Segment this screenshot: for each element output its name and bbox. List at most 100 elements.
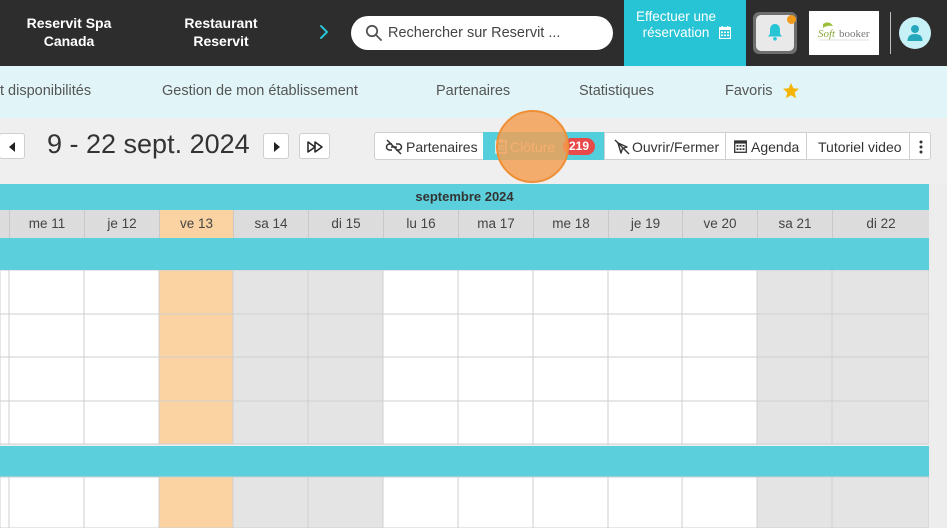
calendar-cell[interactable] xyxy=(831,400,929,445)
calendar-cell[interactable] xyxy=(681,356,758,402)
calendar-cell[interactable] xyxy=(532,356,609,402)
partners-toggle-button[interactable]: Partenaires xyxy=(374,132,484,160)
calendar-cell[interactable] xyxy=(831,270,929,315)
closure-count-badge: 219 xyxy=(563,138,595,155)
calendar-cell[interactable] xyxy=(607,476,683,528)
calendar-cell[interactable] xyxy=(83,313,160,358)
calendar-cell[interactable] xyxy=(83,400,160,445)
calendar-cell[interactable] xyxy=(457,476,534,528)
calendar-cell[interactable] xyxy=(307,270,384,315)
calendar-cell[interactable] xyxy=(457,400,534,445)
calendar-cell[interactable] xyxy=(0,400,10,445)
calendar-cell[interactable] xyxy=(532,400,609,445)
calendar-cell[interactable] xyxy=(158,476,234,528)
calendar-cell[interactable] xyxy=(8,476,85,528)
scrollbar-track[interactable] xyxy=(929,184,947,528)
calendar-cell[interactable] xyxy=(532,270,609,315)
calendar-cell[interactable] xyxy=(232,356,309,402)
calendar-cell[interactable] xyxy=(158,400,234,445)
date-range-title: 9 - 22 sept. 2024 xyxy=(47,129,250,159)
calendar-cell[interactable] xyxy=(681,270,758,315)
closure-button[interactable]: Clôture 219 xyxy=(483,132,605,160)
day-header: je 12 xyxy=(84,210,159,238)
video-tutorial-button[interactable]: Tutoriel video xyxy=(806,132,910,160)
previous-period-button[interactable] xyxy=(0,133,25,159)
open-close-button[interactable]: Ouvrir/Fermer xyxy=(604,132,726,160)
calendar-cell[interactable] xyxy=(681,313,758,358)
calendar-cell[interactable] xyxy=(532,476,609,528)
calendar-cell[interactable] xyxy=(83,476,160,528)
fast-forward-button[interactable] xyxy=(299,133,330,159)
nav-favorites[interactable]: Favoris xyxy=(725,83,773,99)
calendar-cell[interactable] xyxy=(307,313,384,358)
calendar-cell[interactable] xyxy=(607,400,683,445)
nav-statistics[interactable]: Statistiques xyxy=(579,83,654,99)
day-header: ve 20 xyxy=(682,210,757,238)
calendar-cell[interactable] xyxy=(457,270,534,315)
star-icon xyxy=(783,83,799,99)
calendar-cell[interactable] xyxy=(8,356,85,402)
calendar-cell[interactable] xyxy=(831,313,929,358)
nav-partners[interactable]: Partenaires xyxy=(436,83,510,99)
calendar-cell[interactable] xyxy=(457,313,534,358)
calendar-cell[interactable] xyxy=(307,476,384,528)
calendar-cell[interactable] xyxy=(382,356,459,402)
notifications-button[interactable] xyxy=(753,12,797,54)
calendar-cell[interactable] xyxy=(681,400,758,445)
calendar-cell[interactable] xyxy=(756,313,833,358)
calendar-cell[interactable] xyxy=(607,313,683,358)
calendar-cell[interactable] xyxy=(8,313,85,358)
calendar-cell[interactable] xyxy=(8,270,85,315)
calendar-cell[interactable] xyxy=(756,400,833,445)
make-reservation-button[interactable]: Effectuer une réservation xyxy=(624,0,746,66)
open-close-label: Ouvrir/Fermer xyxy=(632,139,720,155)
calendar-cell[interactable] xyxy=(232,270,309,315)
calendar-cell[interactable] xyxy=(8,400,85,445)
calendar-cell[interactable] xyxy=(307,400,384,445)
calendar-cell[interactable] xyxy=(158,270,234,315)
brand-restaurant-link[interactable]: Restaurant Reservit xyxy=(166,14,276,50)
calendar-cell[interactable] xyxy=(382,313,459,358)
chevron-right-icon[interactable] xyxy=(316,22,332,42)
day-header: me 18 xyxy=(533,210,608,238)
calendar-cell[interactable] xyxy=(607,356,683,402)
calendar-cell[interactable] xyxy=(232,400,309,445)
calendar-cell[interactable] xyxy=(232,476,309,528)
next-period-button[interactable] xyxy=(263,133,289,159)
user-menu-button[interactable] xyxy=(899,17,931,49)
calendar-cell[interactable] xyxy=(607,270,683,315)
closure-label: Clôture xyxy=(510,139,556,155)
search-input[interactable] xyxy=(388,22,604,44)
calendar-cell[interactable] xyxy=(756,476,833,528)
svg-text:Soft: Soft xyxy=(818,28,836,40)
calendar-cell[interactable] xyxy=(0,313,10,358)
calendar-cell[interactable] xyxy=(756,356,833,402)
calendar-cell[interactable] xyxy=(382,476,459,528)
calendar-cell[interactable] xyxy=(382,270,459,315)
calendar-cell[interactable] xyxy=(0,476,10,528)
calendar-cell[interactable] xyxy=(158,356,234,402)
calendar-cell[interactable] xyxy=(158,313,234,358)
agenda-button[interactable]: Agenda xyxy=(725,132,807,160)
agenda-label: Agenda xyxy=(751,139,800,155)
more-options-button[interactable] xyxy=(909,132,931,160)
nav-availabilities[interactable]: t disponibilités xyxy=(0,83,91,99)
brand-spa-link[interactable]: Reservit Spa Canada xyxy=(14,14,124,50)
caret-left-icon xyxy=(9,142,15,152)
calendar-cell[interactable] xyxy=(532,313,609,358)
calendar-cell[interactable] xyxy=(307,356,384,402)
calendar-cell[interactable] xyxy=(457,356,534,402)
calendar-cell[interactable] xyxy=(0,356,10,402)
calendar-cell[interactable] xyxy=(0,270,10,315)
calendar-cell[interactable] xyxy=(382,400,459,445)
calendar-cell[interactable] xyxy=(83,270,160,315)
calendar-cell[interactable] xyxy=(232,313,309,358)
more-vertical-icon xyxy=(919,140,923,154)
nav-establishment[interactable]: Gestion de mon établissement xyxy=(162,83,358,99)
calendar-cell[interactable] xyxy=(831,476,929,528)
calendar-cell[interactable] xyxy=(681,476,758,528)
partners-toggle-label: Partenaires xyxy=(406,139,478,155)
calendar-cell[interactable] xyxy=(831,356,929,402)
calendar-cell[interactable] xyxy=(756,270,833,315)
calendar-cell[interactable] xyxy=(83,356,160,402)
